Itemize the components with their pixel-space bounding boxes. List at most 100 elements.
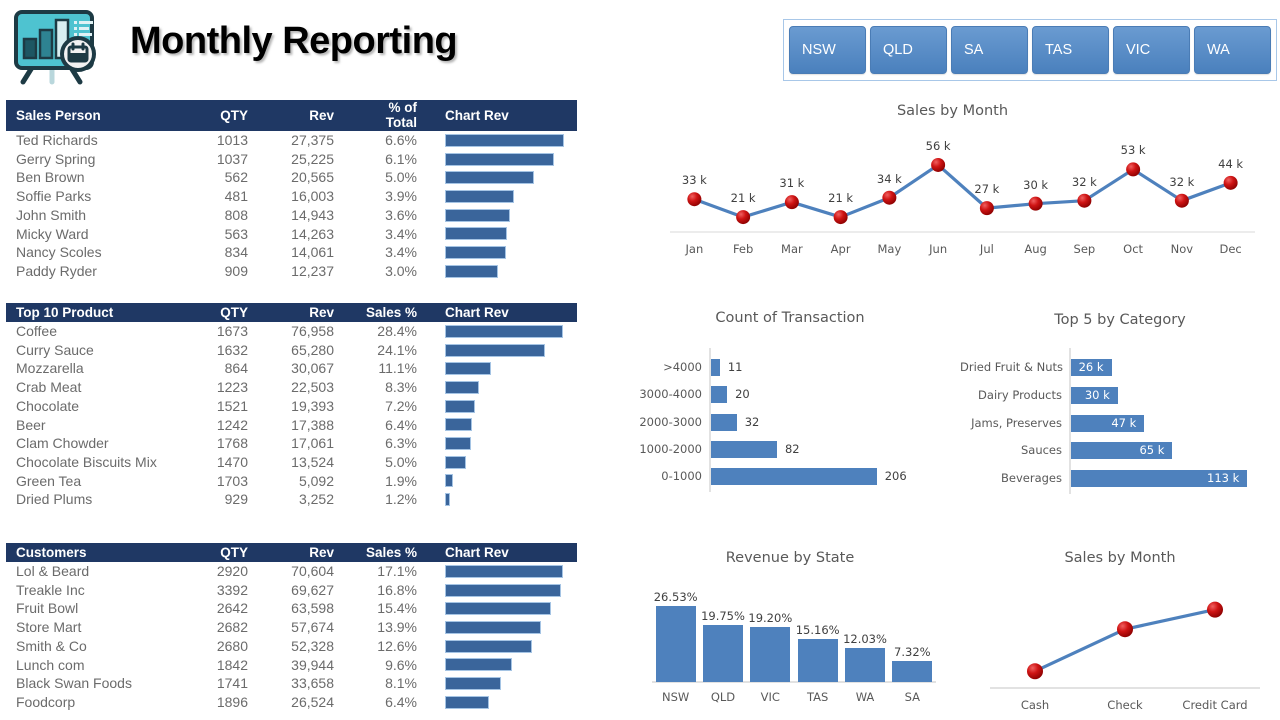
row-label: Black Swan Foods [16, 675, 132, 692]
row-label: John Smith [16, 206, 87, 223]
row-bar-cell [439, 581, 577, 600]
row-pct: 6.6% [385, 132, 417, 148]
row-bar [445, 343, 545, 357]
data-label: 26 k [1078, 360, 1104, 375]
row-rev: 5,092 [298, 472, 334, 489]
row-pct: 6.1% [385, 150, 417, 167]
row-rev: 3,252 [298, 491, 334, 508]
data-label: 82 [784, 441, 800, 456]
row-label: Coffee [16, 323, 57, 339]
table-row: Smith & Co 2680 52,328 12.6% [6, 637, 577, 656]
data-label: 20 [735, 387, 750, 402]
row-pct: 15.4% [377, 600, 417, 617]
slicer-button-sa[interactable]: SA [951, 26, 1028, 74]
state-slicer[interactable]: NSW QLD SA TAS VIC WA [783, 19, 1277, 81]
row-pct: 13.9% [377, 619, 417, 636]
slicer-button-vic[interactable]: VIC [1113, 26, 1190, 74]
category-label: NSW [662, 690, 690, 704]
column-header: Sales % [354, 303, 439, 322]
sales-person-table: Sales Person QTY Rev% of Total Chart Rev Ted… [6, 100, 577, 281]
data-label: 113 k [1207, 470, 1240, 485]
column-header: Rev [264, 100, 354, 131]
row-bar-cell [439, 359, 577, 378]
category-label: >4000 [663, 360, 702, 375]
row-label: Curry Sauce [16, 341, 94, 358]
table-row: Gerry Spring 1037 25,225 6.1% [6, 150, 577, 169]
data-label: 206 [884, 468, 907, 483]
row-bar [445, 677, 501, 691]
row-qty: 929 [224, 491, 248, 508]
data-label: 56 k [925, 138, 951, 153]
row-qty: 1703 [216, 472, 248, 489]
row-pct: 6.4% [385, 416, 417, 433]
category-label: Jams, Preserves [971, 415, 1062, 430]
row-rev: 12,237 [291, 262, 334, 279]
customers-table: Customers QTY Rev Sales % Chart Rev Lol & Bea… [6, 543, 577, 712]
row-pct: 7.2% [385, 397, 417, 414]
row-label: Lunch com [16, 656, 85, 673]
dashboard-header: Monthly Reporting [0, 0, 600, 95]
row-rev: 14,263 [291, 225, 334, 242]
data-label: 32 [744, 414, 760, 429]
row-pct: 3.9% [385, 188, 417, 205]
column-header: QTY [184, 100, 264, 131]
table-row: Treakle Inc 3392 69,627 16.8% [6, 581, 577, 600]
column-header: Sales Person [6, 100, 184, 131]
row-bar-cell [439, 150, 577, 169]
row-bar-cell [439, 472, 577, 491]
table-row: Green Tea 1703 5,092 1.9% [6, 472, 577, 491]
row-rev: 19,393 [291, 397, 334, 414]
category-label: Apr [830, 242, 851, 256]
row-bar-cell [439, 168, 577, 187]
row-qty: 864 [224, 360, 248, 377]
row-qty: 808 [224, 206, 248, 223]
row-label: Mozzarella [16, 360, 84, 377]
row-qty: 2680 [216, 637, 248, 654]
row-qty: 1521 [216, 397, 248, 414]
data-label: 44 k [1218, 156, 1244, 171]
row-pct: 6.4% [385, 693, 417, 710]
row-pct: 3.4% [385, 244, 417, 261]
table-row: Store Mart 2682 57,674 13.9% [6, 618, 577, 637]
table-row: Foodcorp 1896 26,524 6.4% [6, 693, 577, 712]
row-pct: 1.9% [385, 472, 417, 489]
column-header: Rev [264, 303, 354, 322]
row-pct: 3.6% [385, 206, 417, 223]
row-bar-cell [439, 618, 577, 637]
row-pct: 9.6% [385, 656, 417, 673]
row-qty: 1223 [216, 379, 248, 396]
row-bar [445, 695, 489, 709]
category-label: Dried Fruit & Nuts [960, 360, 1063, 375]
row-label: Gerry Spring [16, 150, 96, 167]
data-label: 21 k [730, 191, 756, 206]
row-bar-cell [439, 262, 577, 281]
column-header: Sales % [354, 543, 439, 562]
row-label: Treakle Inc [16, 581, 85, 598]
category-label: Beverages [1001, 470, 1062, 485]
slicer-button-nsw[interactable]: NSW [789, 26, 866, 74]
slicer-button-qld[interactable]: QLD [870, 26, 947, 74]
top-10-product-table: Top 10 Product QTY Rev Sales % Chart Rev Coff… [6, 303, 577, 509]
row-rev: 39,944 [291, 656, 334, 673]
slicer-button-tas[interactable]: TAS [1032, 26, 1109, 74]
row-bar-cell [439, 599, 577, 618]
column-header: QTY [184, 303, 264, 322]
column-header: Chart Rev [439, 543, 577, 562]
row-bar-cell [439, 131, 577, 150]
row-rev: 76,958 [291, 323, 334, 339]
row-bar [445, 380, 479, 394]
row-rev: 25,225 [291, 150, 334, 167]
row-bar [445, 227, 507, 241]
bar [711, 467, 877, 485]
table-row: Lunch com 1842 39,944 9.6% [6, 656, 577, 675]
row-rev: 22,503 [291, 379, 334, 396]
row-qty: 1896 [216, 693, 248, 710]
bar [711, 359, 720, 377]
slicer-button-wa[interactable]: WA [1194, 26, 1271, 74]
row-label: Clam Chowder [16, 435, 109, 452]
data-label: 30 k [1084, 387, 1110, 402]
row-qty: 1470 [216, 453, 248, 470]
bar [711, 386, 728, 404]
row-bar-cell [439, 322, 577, 341]
row-rev: 20,565 [291, 169, 334, 186]
